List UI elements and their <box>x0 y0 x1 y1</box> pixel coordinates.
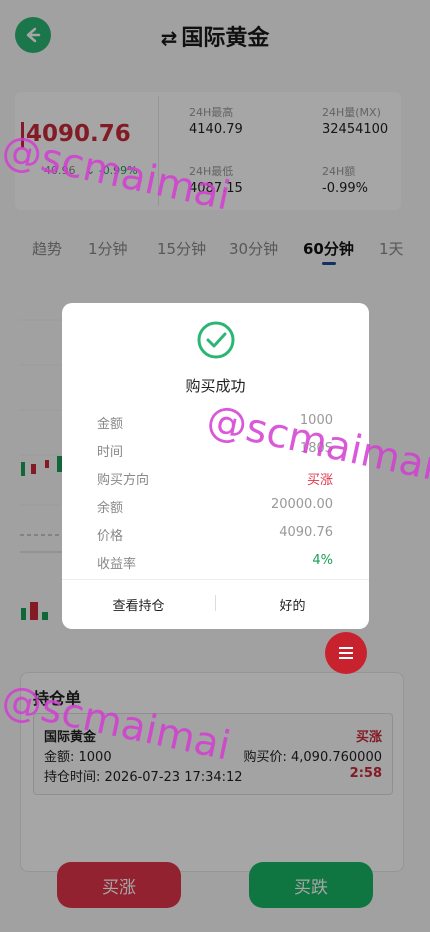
detail-label: 余额 <box>97 501 124 516</box>
detail-label: 时间 <box>97 445 124 460</box>
menu-fab[interactable] <box>325 632 367 674</box>
detail-value: 买涨 <box>306 473 333 488</box>
detail-value: 4% <box>312 553 333 568</box>
success-check-icon <box>197 321 235 359</box>
detail-row-price: 价格 4090.76 <box>97 525 333 545</box>
ok-button[interactable]: 好的 <box>216 595 369 614</box>
detail-label: 金额 <box>97 417 124 432</box>
menu-icon <box>339 647 353 659</box>
detail-label: 价格 <box>97 529 124 544</box>
detail-value: 4090.76 <box>279 525 333 540</box>
detail-value: 20000.00 <box>270 497 333 512</box>
detail-row-direction: 购买方向 买涨 <box>97 469 333 489</box>
detail-row-balance: 余额 20000.00 <box>97 497 333 517</box>
dialog-title: 购买成功 <box>185 377 246 395</box>
view-holdings-button[interactable]: 查看持仓 <box>62 595 215 614</box>
detail-label: 购买方向 <box>97 473 150 488</box>
detail-row-yield: 收益率 4% <box>97 553 333 573</box>
detail-label: 收益率 <box>97 557 137 572</box>
dialog-divider <box>62 579 369 580</box>
